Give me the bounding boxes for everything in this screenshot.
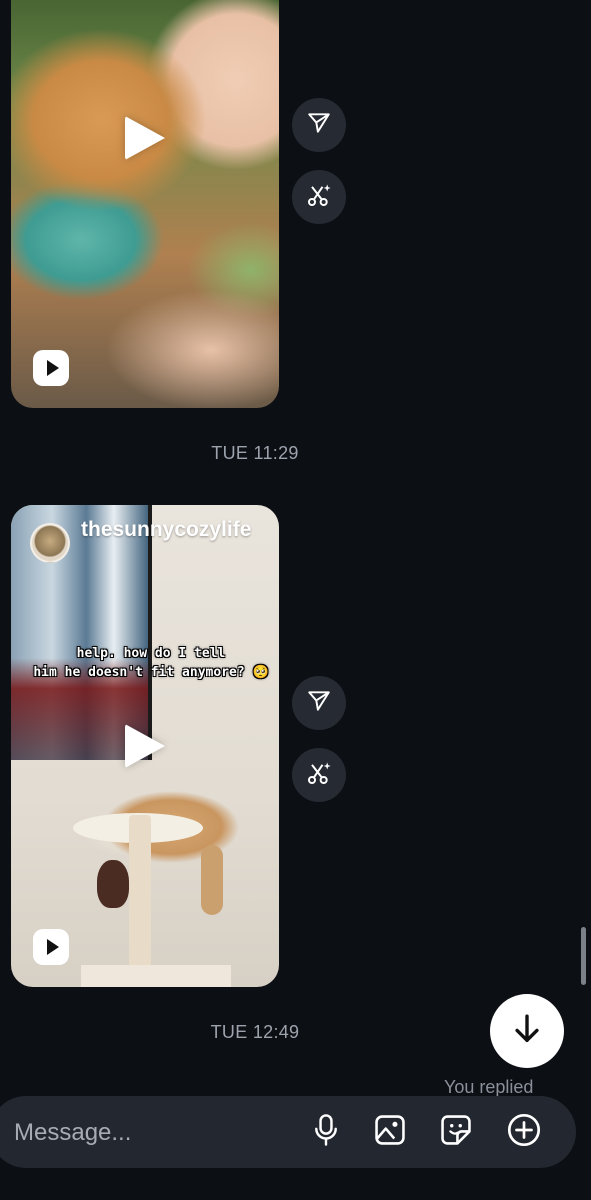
microphone-icon: [311, 1113, 341, 1152]
avatar[interactable]: [30, 523, 70, 563]
reel-card[interactable]: [11, 0, 279, 408]
scrollbar[interactable]: [581, 927, 586, 985]
plush-toy-image: [97, 860, 129, 908]
gallery-button[interactable]: [368, 1110, 412, 1154]
scroll-to-bottom-button[interactable]: [490, 994, 564, 1068]
message-composer: [0, 1096, 576, 1168]
remix-button[interactable]: [292, 748, 346, 802]
remix-button[interactable]: [292, 170, 346, 224]
sticker-button[interactable]: [434, 1110, 478, 1154]
play-icon[interactable]: [125, 116, 165, 160]
plus-circle-icon: [506, 1112, 542, 1153]
caption-line: him he doesn't fit anymore? 🥺: [33, 665, 269, 680]
image-icon: [373, 1113, 407, 1152]
scissors-sparkle-icon: [305, 181, 333, 214]
cat-tree-base: [81, 965, 231, 987]
message-timestamp: TUE 12:49: [210, 1022, 300, 1042]
play-icon[interactable]: [125, 724, 165, 768]
paper-plane-icon: [306, 110, 332, 141]
reel-icon: [33, 350, 69, 386]
voice-message-button[interactable]: [304, 1110, 348, 1154]
reply-status: You replied: [444, 1077, 534, 1097]
cat-tree-post: [129, 815, 151, 975]
share-button[interactable]: [292, 98, 346, 152]
arrow-down-icon: [510, 1012, 544, 1051]
more-options-button[interactable]: [502, 1110, 546, 1154]
reel-caption: help. how do I tell him he doesn't fit a…: [31, 644, 271, 682]
share-button[interactable]: [292, 676, 346, 730]
message-timestamp: TUE 11:29: [211, 443, 299, 463]
reel-icon: [33, 929, 69, 965]
paper-plane-icon: [306, 688, 332, 719]
reel-username[interactable]: thesunnycozylife: [81, 517, 271, 543]
scissors-sparkle-icon: [305, 759, 333, 792]
caption-line: help. how do I tell: [76, 646, 226, 661]
reel-card[interactable]: thesunnycozylife help. how do I tell him…: [11, 505, 279, 987]
cat-tail-image: [201, 845, 223, 915]
sticker-icon: [439, 1113, 473, 1152]
message-input[interactable]: [12, 1114, 266, 1152]
